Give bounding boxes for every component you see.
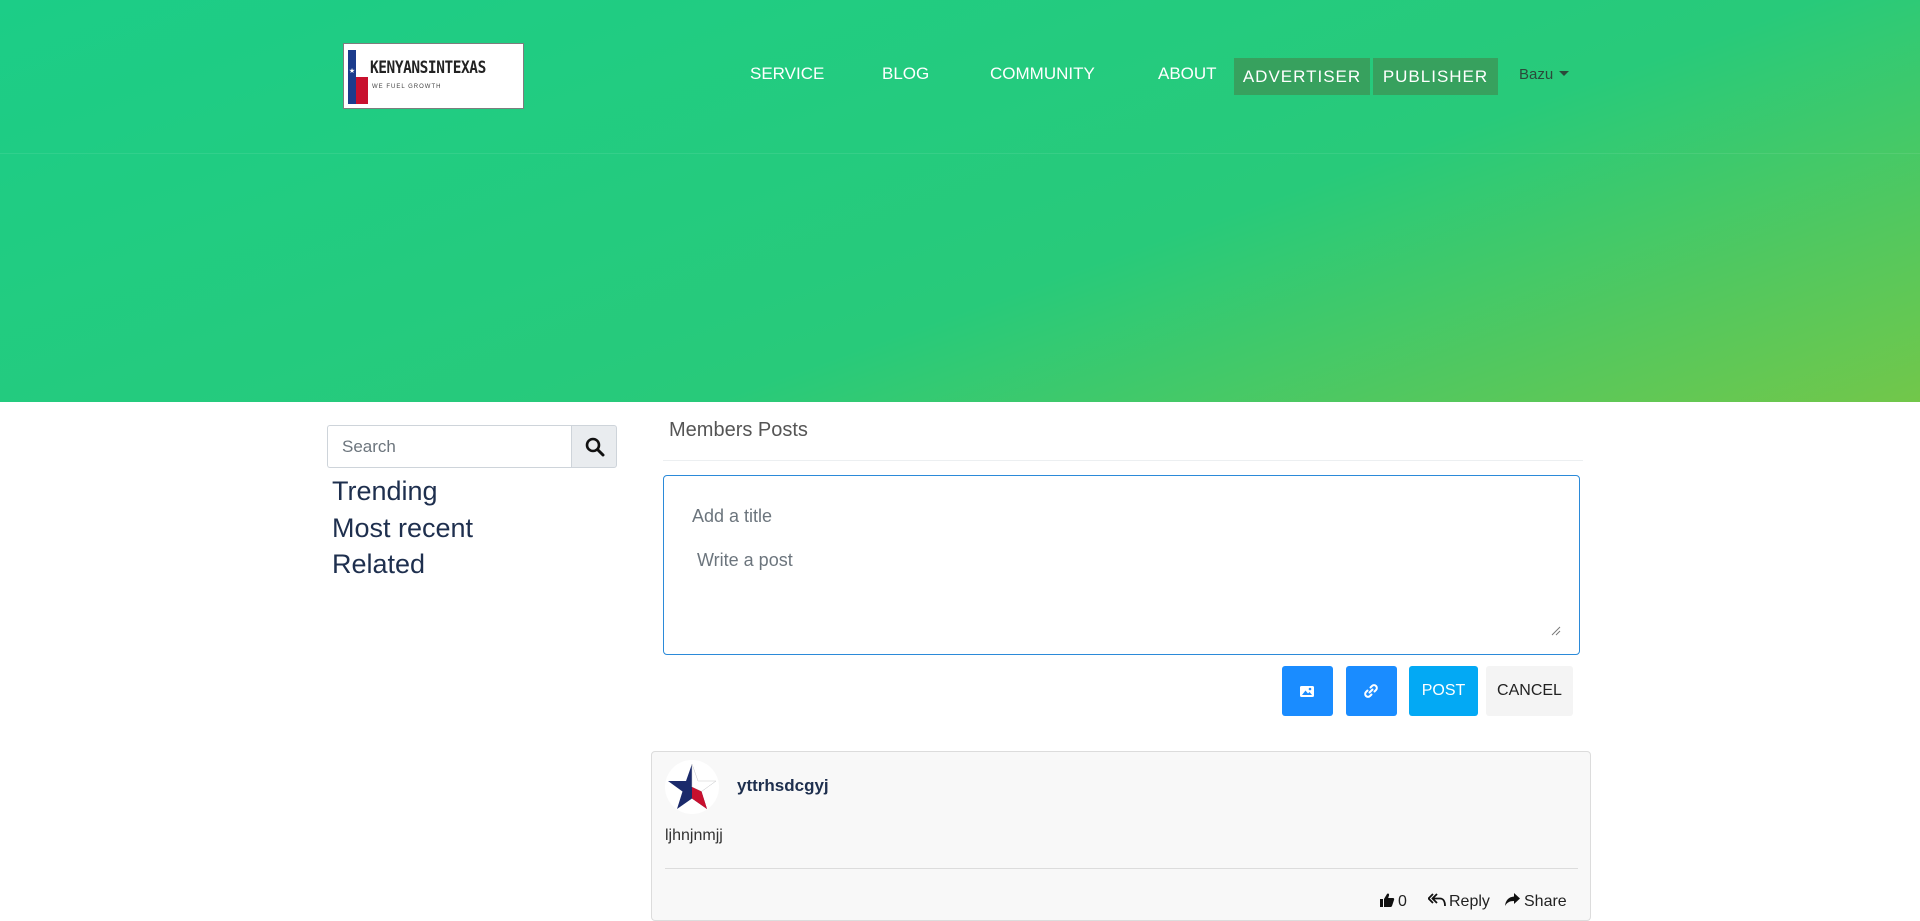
site-logo[interactable]: ★ KENYANSINTEXAS WE FUEL GROWTH [343,43,524,109]
cancel-button[interactable]: CANCEL [1486,666,1573,716]
reply-all-icon [1427,893,1446,907]
nav-service[interactable]: SERVICE [750,64,824,84]
sidebar-link-most-recent[interactable]: Most recent [332,513,473,544]
post-divider [665,868,1578,869]
share-button[interactable]: Share [1504,892,1567,911]
image-icon [1300,686,1314,697]
post-body-textarea[interactable]: Write a post [697,550,793,571]
post-author[interactable]: yttrhsdcgyj [737,776,829,796]
post-body: ljhnjnmjj [665,827,723,844]
user-name: Bazu [1519,66,1554,83]
header-divider [0,153,1920,154]
sidebar-search [327,425,617,468]
like-count: 0 [1398,893,1407,910]
nav-about[interactable]: ABOUT [1158,64,1217,84]
link-icon [1364,684,1378,698]
sidebar-link-trending[interactable]: Trending [332,476,438,507]
texas-star-avatar-icon [668,763,717,809]
advertiser-button[interactable]: ADVERTISER [1234,58,1370,95]
logo-title: KENYANSINTEXAS [370,58,486,78]
section-divider [663,460,1583,461]
hero-banner: ★ KENYANSINTEXAS WE FUEL GROWTH SERVICE … [0,0,1920,402]
post-title-input[interactable]: Add a title [692,506,772,527]
reply-button[interactable]: Reply [1427,892,1490,911]
nav-blog[interactable]: BLOG [882,64,929,84]
caret-down-icon [1559,70,1570,76]
add-image-button[interactable] [1282,666,1333,716]
share-icon [1505,893,1520,906]
sidebar-link-related[interactable]: Related [332,549,425,580]
section-title: Members Posts [669,419,808,441]
add-link-button[interactable] [1346,666,1397,716]
post-card: yttrhsdcgyj ljhnjnmjj 0 Reply Share [651,751,1591,921]
resize-handle-icon[interactable] [1551,626,1561,636]
texas-flag-icon: ★ [348,50,368,104]
user-menu-toggle[interactable]: Bazu [1519,66,1570,83]
search-icon [585,437,605,457]
thumbs-up-icon [1380,893,1395,907]
logo-tagline: WE FUEL GROWTH [372,84,442,90]
reply-label: Reply [1449,893,1490,910]
nav-community[interactable]: COMMUNITY [990,64,1095,84]
like-button[interactable]: 0 [1379,892,1407,911]
share-label: Share [1524,893,1567,910]
search-input[interactable] [327,425,572,468]
post-composer: Add a title Write a post [663,475,1580,655]
publisher-button[interactable]: PUBLISHER [1373,58,1498,95]
post-button[interactable]: POST [1409,666,1478,716]
avatar[interactable] [665,760,719,814]
search-button[interactable] [571,425,617,468]
